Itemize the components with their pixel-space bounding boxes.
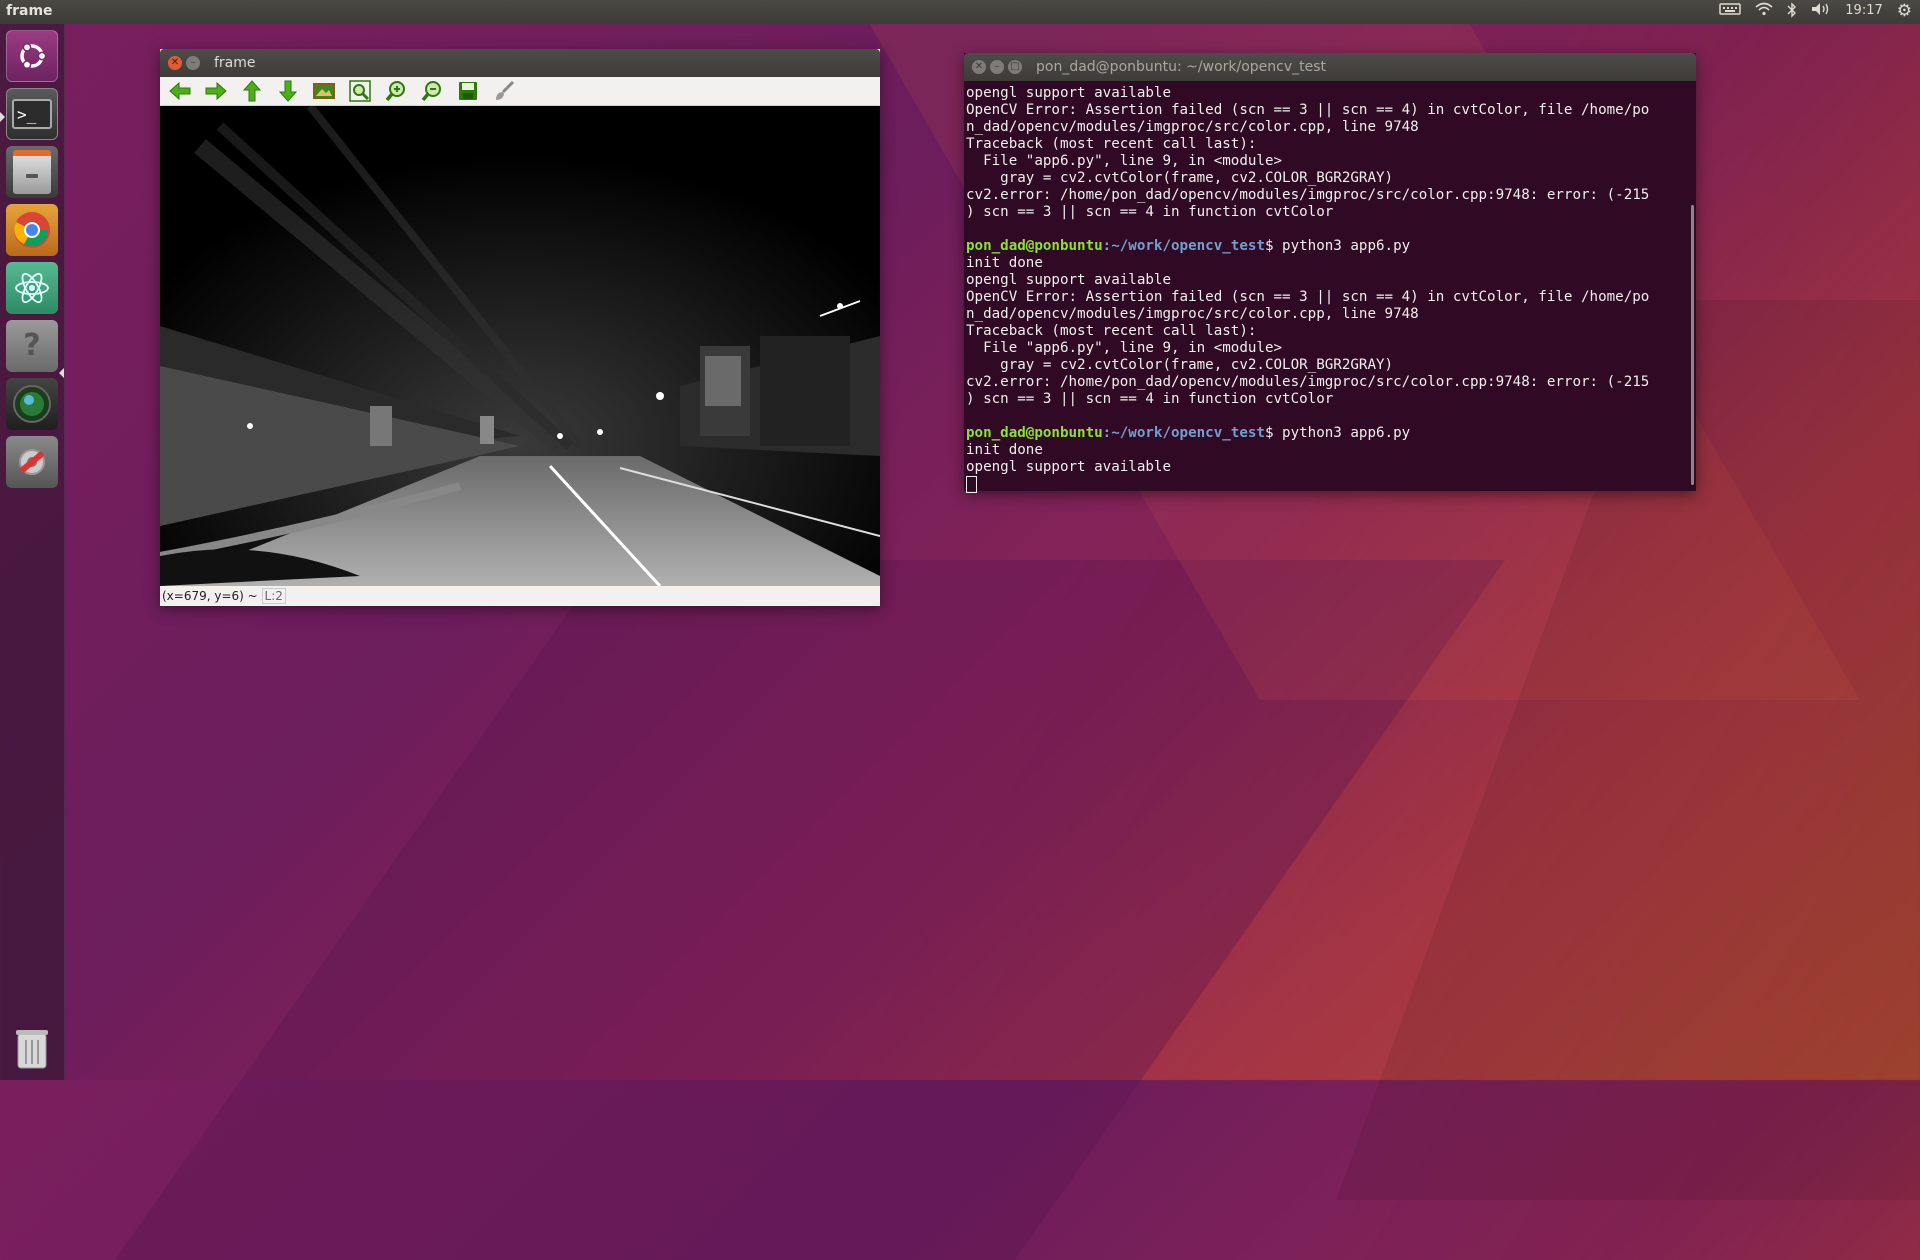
chrome-icon (14, 212, 50, 248)
clock[interactable]: 19:17 (1845, 2, 1882, 20)
minimize-icon[interactable]: – (990, 60, 1004, 74)
prompt-user: pon_dad@ponbuntu (966, 425, 1103, 441)
terminal-title: pon_dad@ponbuntu: ~/work/opencv_test (1036, 59, 1327, 75)
save-icon[interactable] (456, 79, 480, 103)
terminal-line: gray = cv2.cvtColor(frame, cv2.COLOR_BGR… (966, 357, 1394, 373)
prompt-command: $ python3 app6.py (1264, 238, 1411, 254)
zoom-out-icon[interactable] (420, 79, 444, 103)
maximize-icon[interactable]: □ (1008, 60, 1022, 74)
terminal-line: Traceback (most recent call last): (966, 323, 1257, 339)
active-window-title: frame (6, 3, 53, 19)
arrow-left-icon[interactable] (168, 79, 192, 103)
image-icon[interactable] (312, 79, 336, 103)
terminal-line: OpenCV Error: Assertion failed (scn == 3… (966, 102, 1650, 118)
question-mark-icon: ? (23, 328, 41, 363)
atom-launcher-button[interactable] (6, 262, 58, 314)
terminal-prompt-line: pon_dad@ponbuntu:~/work/opencv_test$ pyt… (966, 238, 1692, 255)
terminal-line: cv2.error: /home/pon_dad/opencv/modules/… (966, 374, 1650, 390)
terminal-line: File "app6.py", line 9, in <module> (966, 340, 1283, 356)
brush-icon[interactable] (492, 79, 516, 103)
terminal-line: ) scn == 3 || scn == 4 in function cvtCo… (966, 391, 1334, 407)
wifi-icon[interactable] (1755, 2, 1773, 20)
system-settings-launcher-button[interactable] (6, 436, 58, 488)
night-road-image (160, 106, 880, 586)
terminal-line: init done (966, 442, 1043, 458)
cursor-coordinates: (x=679, y=6) ~ (162, 589, 262, 603)
terminal-titlebar[interactable]: ✕ – □ pon_dad@ponbuntu: ~/work/opencv_te… (964, 53, 1696, 81)
chrome-launcher-button[interactable] (6, 204, 58, 256)
terminal-cursor-line (966, 476, 1692, 493)
terminal-line: OpenCV Error: Assertion failed (scn == 3… (966, 289, 1650, 305)
pixel-value: L:2 (261, 588, 286, 604)
terminal-line: Traceback (most recent call last): (966, 136, 1257, 152)
wrench-gear-icon (19, 449, 45, 475)
prompt-path: :~/work/opencv_test (1102, 238, 1265, 254)
terminal-line: cv2.error: /home/pon_dad/opencv/modules/… (966, 187, 1650, 203)
terminal-icon: >_ (12, 99, 52, 129)
volume-icon[interactable] (1811, 2, 1831, 20)
keyboard-icon[interactable] (1719, 2, 1742, 20)
running-indicator (0, 112, 5, 122)
terminal-line: ) scn == 3 || scn == 4 in function cvtCo… (966, 204, 1334, 220)
terminal-line: opengl support available (966, 459, 1171, 475)
terminal-window: ✕ – □ pon_dad@ponbuntu: ~/work/opencv_te… (964, 53, 1696, 493)
zoom-in-icon[interactable] (384, 79, 408, 103)
terminal-line: gray = cv2.cvtColor(frame, cv2.COLOR_BGR… (966, 170, 1394, 186)
prompt-user: pon_dad@ponbuntu (966, 238, 1103, 254)
indicator-area: 19:17 ⚙ (1719, 2, 1912, 20)
arrow-right-icon[interactable] (204, 79, 228, 103)
close-icon[interactable]: ✕ (972, 60, 986, 74)
trash-icon (16, 1030, 48, 1069)
file-cabinet-icon (13, 150, 51, 194)
frame-window-title: frame (214, 55, 256, 71)
launcher: >_ ? (0, 24, 65, 1080)
frame-window-titlebar[interactable]: ✕ – frame (160, 49, 880, 77)
terminal-line: File "app6.py", line 9, in <module> (966, 153, 1283, 169)
prompt-path: :~/work/opencv_test (1102, 425, 1265, 441)
terminal-line: init done (966, 255, 1043, 271)
arrow-up-icon[interactable] (240, 79, 264, 103)
text-cursor (966, 476, 977, 493)
terminal-scrollbar[interactable] (1691, 205, 1694, 485)
shotwell-launcher-button[interactable] (6, 378, 58, 430)
minimize-icon[interactable]: – (186, 56, 200, 70)
terminal-prompt-line: pon_dad@ponbuntu:~/work/opencv_test$ pyt… (966, 425, 1692, 442)
prompt-command: $ python3 app6.py (1264, 425, 1411, 441)
terminal-line: opengl support available (966, 272, 1171, 288)
ubuntu-logo-icon (20, 42, 47, 70)
video-frame-image[interactable] (160, 106, 880, 586)
ubuntu-dash-button[interactable] (6, 30, 58, 82)
top-panel: frame 19:17 ⚙ (0, 0, 1920, 24)
terminal-launcher-button[interactable]: >_ (6, 88, 58, 140)
trash-launcher-button[interactable] (6, 1022, 58, 1074)
terminal-line: n_dad/opencv/modules/imgproc/src/color.c… (966, 306, 1419, 322)
help-launcher-button[interactable]: ? (6, 320, 58, 372)
zoom-fit-icon[interactable] (348, 79, 372, 103)
terminal-line: opengl support available (966, 85, 1171, 101)
frame-toolbar (160, 77, 880, 106)
frame-window: ✕ – frame (x=679, y=6) ~ L:2 (160, 49, 880, 606)
atom-icon (15, 272, 49, 304)
terminal-line: n_dad/opencv/modules/imgproc/src/color.c… (966, 119, 1419, 135)
lens-globe-icon (13, 385, 51, 423)
close-icon[interactable]: ✕ (168, 56, 182, 70)
arrow-down-icon[interactable] (276, 79, 300, 103)
files-launcher-button[interactable] (6, 146, 58, 198)
focus-indicator (59, 368, 64, 378)
gear-icon[interactable]: ⚙ (1897, 2, 1912, 20)
bluetooth-icon[interactable] (1787, 2, 1797, 20)
frame-statusbar: (x=679, y=6) ~ L:2 (160, 586, 880, 606)
terminal-output[interactable]: opengl support available OpenCV Error: As… (964, 81, 1696, 493)
